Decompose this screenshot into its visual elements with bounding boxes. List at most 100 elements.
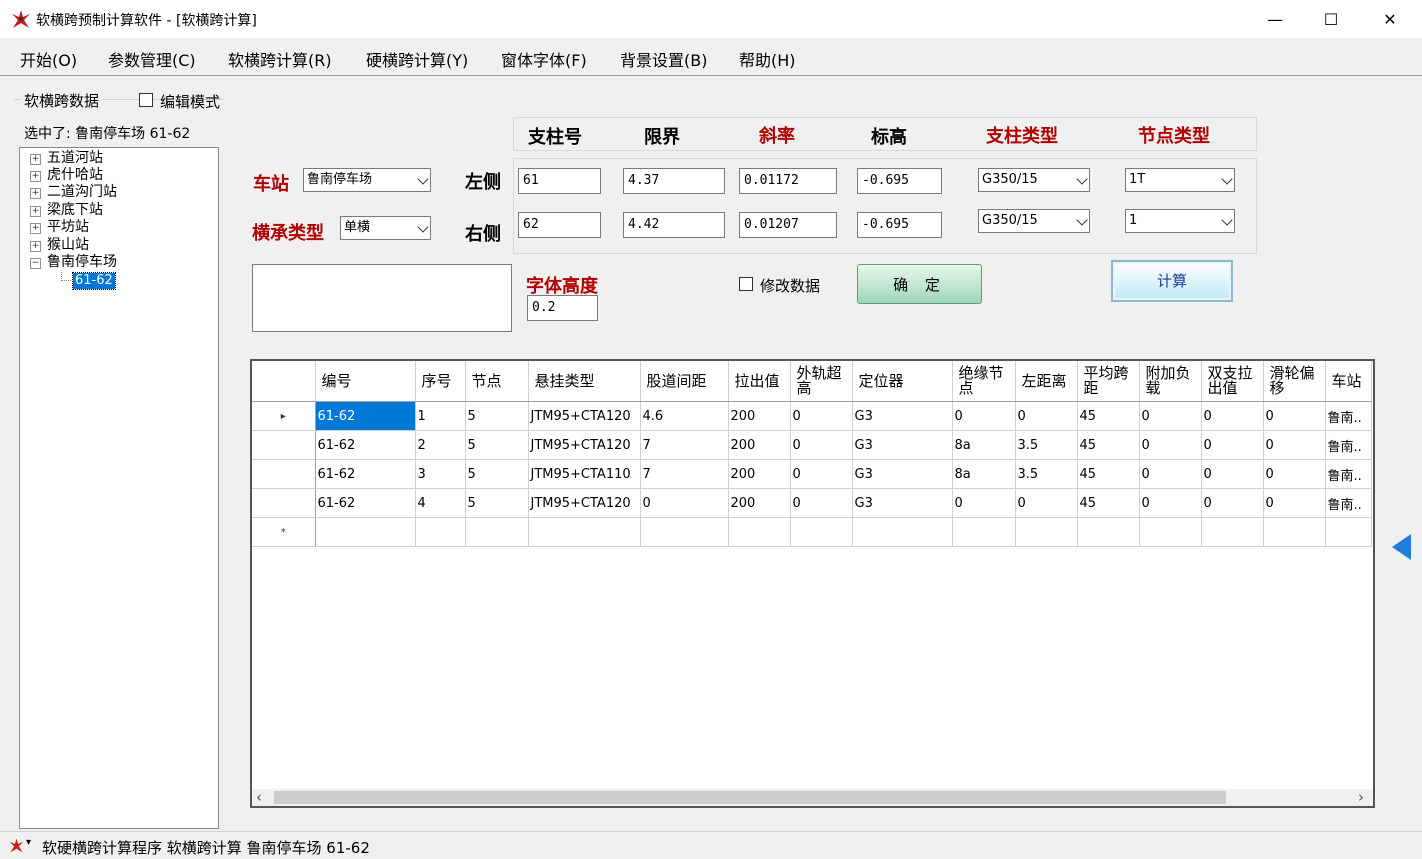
left-elevation-input[interactable]: -0.695 [857,168,942,194]
calculate-button[interactable]: 计算 [1111,260,1233,302]
expand-icon[interactable]: + [30,188,41,199]
grid-cell[interactable] [528,517,641,547]
grid-cell[interactable] [415,517,466,547]
grid-cell[interactable]: 3.5 [1015,459,1078,489]
grid-cell[interactable] [640,517,729,547]
grid-cell[interactable]: 0 [790,401,853,431]
grid-cell[interactable]: 200 [728,430,791,460]
grid-cell[interactable]: JTM95+CTA110 [528,459,641,489]
col-header-track-spacing[interactable]: 股道间距 [640,361,729,402]
grid-cell[interactable] [1325,517,1372,547]
grid-cell[interactable]: 1 [415,401,466,431]
right-node-type-select[interactable]: 1 [1125,209,1235,233]
grid-cell[interactable] [728,517,791,547]
right-slope-input[interactable]: 0.01207 [739,212,837,238]
maximize-button[interactable]: ☐ [1303,0,1359,38]
grid-cell[interactable]: 3.5 [1015,430,1078,460]
confirm-button[interactable]: 确 定 [857,264,982,304]
grid-cell[interactable]: 45 [1077,488,1140,518]
grid-cell[interactable] [315,517,416,547]
expand-icon[interactable]: + [30,223,41,234]
grid-cell[interactable] [1263,517,1326,547]
grid-cell[interactable]: 0 [952,488,1016,518]
expand-icon[interactable]: + [30,241,41,252]
scroll-right-icon[interactable]: › [1358,788,1364,806]
left-pole-no-input[interactable]: 61 [518,168,601,194]
notes-textarea[interactable] [252,264,512,332]
grid-cell[interactable]: JTM95+CTA120 [528,488,641,518]
grid-cell[interactable]: G3 [852,401,953,431]
menu-window-font[interactable]: 窗体字体(F) [501,47,587,71]
col-header-station[interactable]: 车站 [1325,361,1372,402]
grid-cell[interactable]: 2 [415,430,466,460]
grid-cell[interactable]: 3 [415,459,466,489]
col-header-insulation[interactable]: 绝缘节点 [952,361,1016,402]
grid-cell[interactable]: JTM95+CTA120 [528,430,641,460]
grid-cell[interactable]: 0 [1139,459,1202,489]
grid-cell[interactable] [1201,517,1264,547]
menu-help[interactable]: 帮助(H) [739,47,796,71]
grid-cell[interactable]: 8a [952,459,1016,489]
grid-cell[interactable] [1139,517,1202,547]
font-height-input[interactable]: 0.2 [527,295,598,321]
new-row[interactable]: * [252,517,1372,547]
menu-hard-span-calc[interactable]: 硬横跨计算(Y) [366,47,468,71]
grid-cell[interactable]: 4.6 [640,401,729,431]
grid-cell[interactable]: 0 [1015,488,1078,518]
grid-cell[interactable]: G3 [852,430,953,460]
edit-mode-checkbox[interactable] [139,93,153,107]
grid-cell[interactable]: 0 [1263,401,1326,431]
grid-cell[interactable]: 鲁南.. [1325,430,1372,460]
right-elevation-input[interactable]: -0.695 [857,212,942,238]
edit-mode-label[interactable]: 编辑模式 [160,91,220,112]
grid-cell[interactable]: 61-62 [315,488,416,518]
grid-cell[interactable] [790,517,853,547]
grid-cell[interactable]: 5 [465,401,529,431]
grid-cell[interactable]: 45 [1077,430,1140,460]
row-header[interactable] [252,488,316,518]
grid-cell[interactable]: 鲁南.. [1325,488,1372,518]
tree-item-pingfang[interactable]: + 平坊站 [30,219,89,236]
row-header[interactable] [252,430,316,460]
menu-start[interactable]: 开始(O) [20,47,77,71]
modify-data-label[interactable]: 修改数据 [760,275,820,296]
grid-cell[interactable]: 7 [640,459,729,489]
grid-cell[interactable] [1015,517,1078,547]
grid-cell[interactable]: 0 [1139,401,1202,431]
grid-cell[interactable]: 0 [790,430,853,460]
grid-cell[interactable]: 0 [1263,430,1326,460]
collapse-panel-icon[interactable] [1392,534,1411,560]
right-limit-input[interactable]: 4.42 [623,212,725,238]
grid-cell[interactable] [465,517,529,547]
app-logo-icon[interactable] [8,837,25,854]
table-row[interactable]: 61-62 2 5 JTM95+CTA120 7 200 0 G3 8a 3.5… [252,430,1372,460]
tree-item-erdaogoumen[interactable]: + 二道沟门站 [30,184,117,201]
grid-cell[interactable]: 0 [1201,488,1264,518]
grid-cell[interactable]: 0 [1139,430,1202,460]
scrollbar-thumb[interactable] [274,791,1226,804]
grid-cell[interactable]: 5 [465,430,529,460]
minimize-button[interactable]: — [1247,0,1303,38]
col-header-stagger[interactable]: 拉出值 [728,361,791,402]
expand-icon[interactable]: + [30,171,41,182]
grid-cell[interactable] [852,517,953,547]
col-header-avg-span[interactable]: 平均跨距 [1077,361,1140,402]
grid-cell[interactable] [1077,517,1140,547]
grid-cell[interactable]: 8a [952,430,1016,460]
col-header-double-stagger[interactable]: 双支拉出值 [1201,361,1264,402]
col-header-id[interactable]: 编号 [315,361,416,402]
col-header-seq[interactable]: 序号 [415,361,466,402]
tree-item-liangdixia[interactable]: + 梁底下站 [30,202,103,219]
grid-cell[interactable]: JTM95+CTA120 [528,401,641,431]
left-limit-input[interactable]: 4.37 [623,168,725,194]
grid-cell[interactable]: 200 [728,488,791,518]
grid-cell[interactable]: 0 [1201,459,1264,489]
grid-cell[interactable]: 61-62 [315,430,416,460]
col-header-locator[interactable]: 定位器 [852,361,953,402]
grid-cell[interactable]: 0 [790,488,853,518]
grid-cell[interactable]: 0 [1015,401,1078,431]
grid-cell[interactable]: 0 [790,459,853,489]
dropdown-caret-icon[interactable]: ▾ [26,837,31,848]
table-row[interactable]: ▸ 61-62 1 5 JTM95+CTA120 4.6 200 0 G3 0 … [252,401,1372,431]
left-node-type-select[interactable]: 1T [1125,168,1235,192]
